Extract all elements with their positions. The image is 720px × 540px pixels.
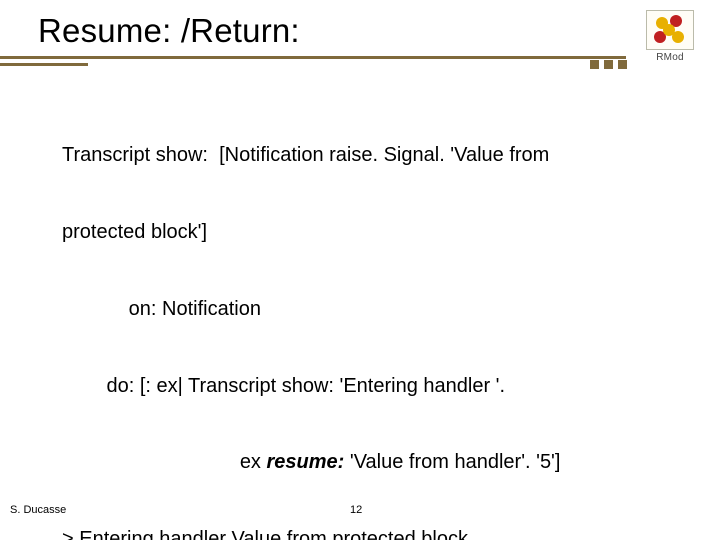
output-line: > Entering handler Value from protected … [62,527,680,540]
code-line: Transcript show: [Notification raise. Si… [62,143,680,169]
code-line: protected block'] [62,220,680,246]
footer-page-number: 12 [350,504,362,516]
slide-body: Transcript show: [Notification raise. Si… [62,92,680,540]
slide: RMod Resume: /Return: Transcript show: [… [0,0,720,540]
code-line: on: Notification [62,297,680,323]
code-line: ex resume: 'Value from handler'. '5'] [62,450,680,476]
code-block-resume: Transcript show: [Notification raise. Si… [62,92,680,540]
title-underline [38,56,630,70]
rmod-logo-icon [646,10,694,50]
code-line: do: [: ex| Transcript show: 'Entering ha… [62,374,680,400]
title-area: Resume: /Return: [38,12,630,70]
rmod-logo: RMod [638,10,702,63]
slide-title: Resume: /Return: [38,12,630,50]
rmod-logo-label: RMod [638,52,702,63]
footer-author: S. Ducasse [10,504,66,516]
emphasis-resume: resume: [267,451,345,473]
